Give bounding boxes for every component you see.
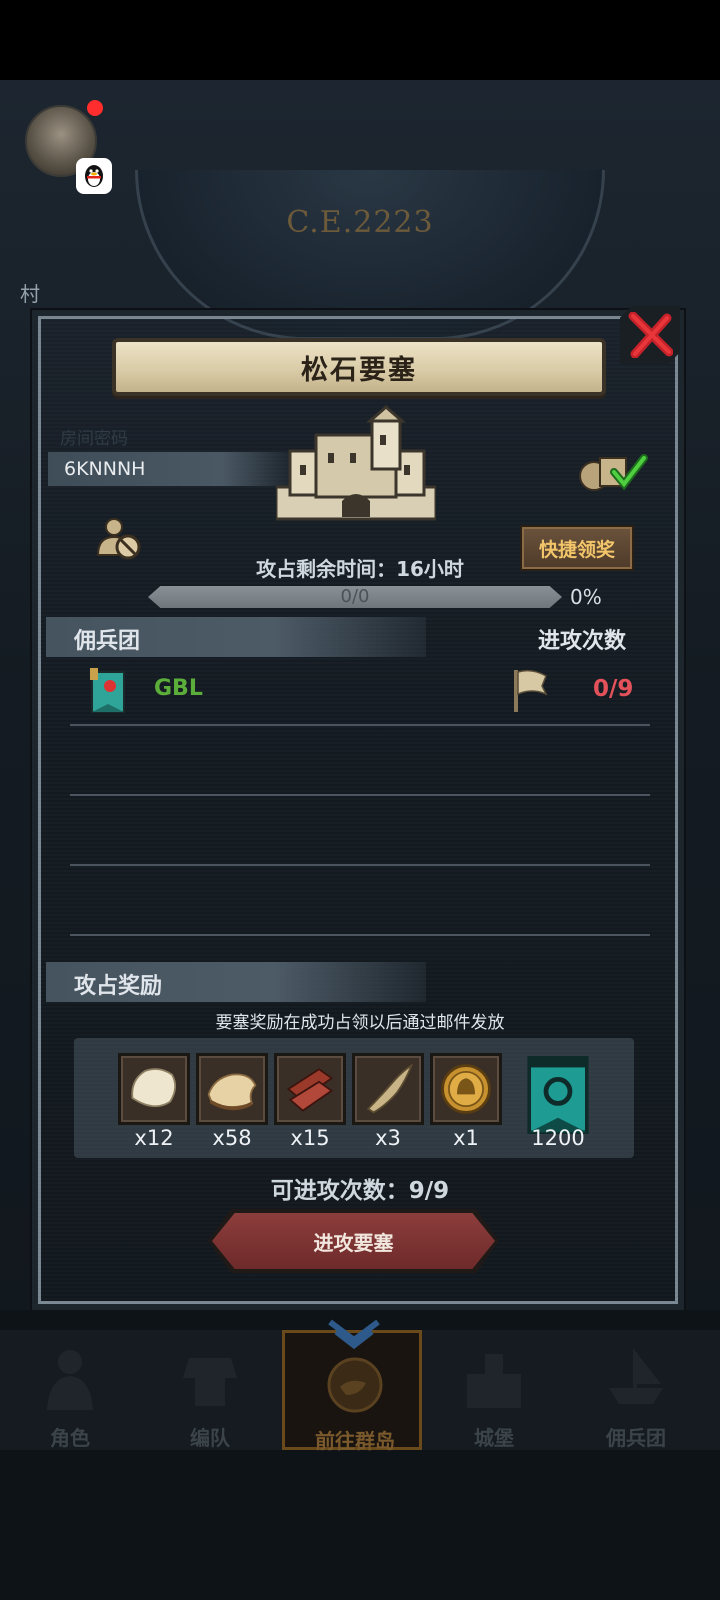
- era-label: C.E.2223: [286, 205, 434, 240]
- close-button[interactable]: [620, 306, 680, 364]
- nav-item-formation[interactable]: 编队: [140, 1330, 280, 1450]
- title-banner: 松石要塞: [112, 338, 606, 396]
- room-code-value[interactable]: 6KNNNH: [64, 458, 145, 480]
- row-divider: [70, 724, 650, 726]
- progress-text: 0/0: [340, 586, 370, 607]
- penguin-icon: [85, 165, 103, 187]
- helmet-medal-icon: [441, 1064, 491, 1114]
- reward-note: 要塞奖励在成功占领以后通过邮件发放: [215, 1013, 505, 1033]
- nav-label: 前往群岛: [315, 1429, 395, 1453]
- reward-item[interactable]: [352, 1053, 424, 1125]
- hide-icon: [131, 1068, 177, 1108]
- row-divider: [70, 864, 650, 866]
- reward-item[interactable]: [522, 1053, 594, 1134]
- reward-count: x58: [212, 1126, 252, 1150]
- island-compass-icon: [327, 1357, 383, 1413]
- progress-percent: 0%: [570, 585, 602, 609]
- rewards-claimed-icon: [579, 454, 648, 491]
- reward-count: x1: [453, 1126, 479, 1150]
- reward-item[interactable]: [274, 1053, 346, 1125]
- guild-name: GBL: [154, 676, 203, 701]
- close-icon: [628, 312, 673, 358]
- horn-icon: [366, 1063, 414, 1114]
- attack-flag-icon: [514, 669, 548, 712]
- row-divider: [70, 934, 650, 936]
- status-bar: [0, 0, 720, 80]
- ship-icon: [609, 1348, 663, 1404]
- nav-label: 佣兵团: [606, 1426, 666, 1450]
- reward-count: x3: [375, 1126, 401, 1150]
- castle-icon: [467, 1354, 521, 1408]
- village-label: 村: [20, 282, 40, 306]
- nav-item-mercenary[interactable]: 佣兵团: [566, 1330, 706, 1450]
- occupation-time-left: 攻占剩余时间：16小时: [256, 557, 464, 581]
- notification-dot: [87, 100, 103, 116]
- room-code-label: 房间密码: [60, 429, 128, 449]
- reward-section-title: 攻占奖励: [74, 974, 163, 999]
- qq-badge: [76, 158, 112, 194]
- knight-icon: [47, 1350, 93, 1410]
- attack-count-header: 进攻次数: [538, 629, 627, 654]
- chevron-down-icon: [328, 1319, 380, 1350]
- reward-count: x15: [290, 1126, 330, 1150]
- fortress-icon: [276, 405, 436, 521]
- reward-item[interactable]: [430, 1053, 502, 1125]
- mercenary-section-title: 佣兵团: [74, 629, 141, 654]
- fortress-title: 松石要塞: [301, 354, 417, 386]
- nav-label: 角色: [50, 1426, 90, 1450]
- nav-item-character[interactable]: 角色: [0, 1330, 140, 1450]
- nav-label: 城堡: [474, 1426, 514, 1450]
- nav-label: 编队: [190, 1426, 230, 1450]
- reward-item[interactable]: [196, 1053, 268, 1125]
- reward-count: x12: [134, 1126, 174, 1150]
- reward-count: 1200: [531, 1126, 585, 1150]
- guild-emblem-icon: [90, 668, 125, 713]
- wood-planks-icon: [286, 1068, 334, 1112]
- guild-attack-count: 0/9: [593, 676, 634, 702]
- leather-icon: [207, 1073, 257, 1111]
- reward-item[interactable]: [118, 1053, 190, 1125]
- nav-item-castle[interactable]: 城堡: [424, 1330, 564, 1450]
- armor-icon: [183, 1358, 237, 1406]
- attack-fortress-button[interactable]: 进攻要塞: [212, 1213, 495, 1269]
- mercenary-row[interactable]: [50, 660, 660, 724]
- remaining-attempts: 可进攻次数：9/9: [270, 1178, 450, 1204]
- row-divider: [70, 794, 650, 796]
